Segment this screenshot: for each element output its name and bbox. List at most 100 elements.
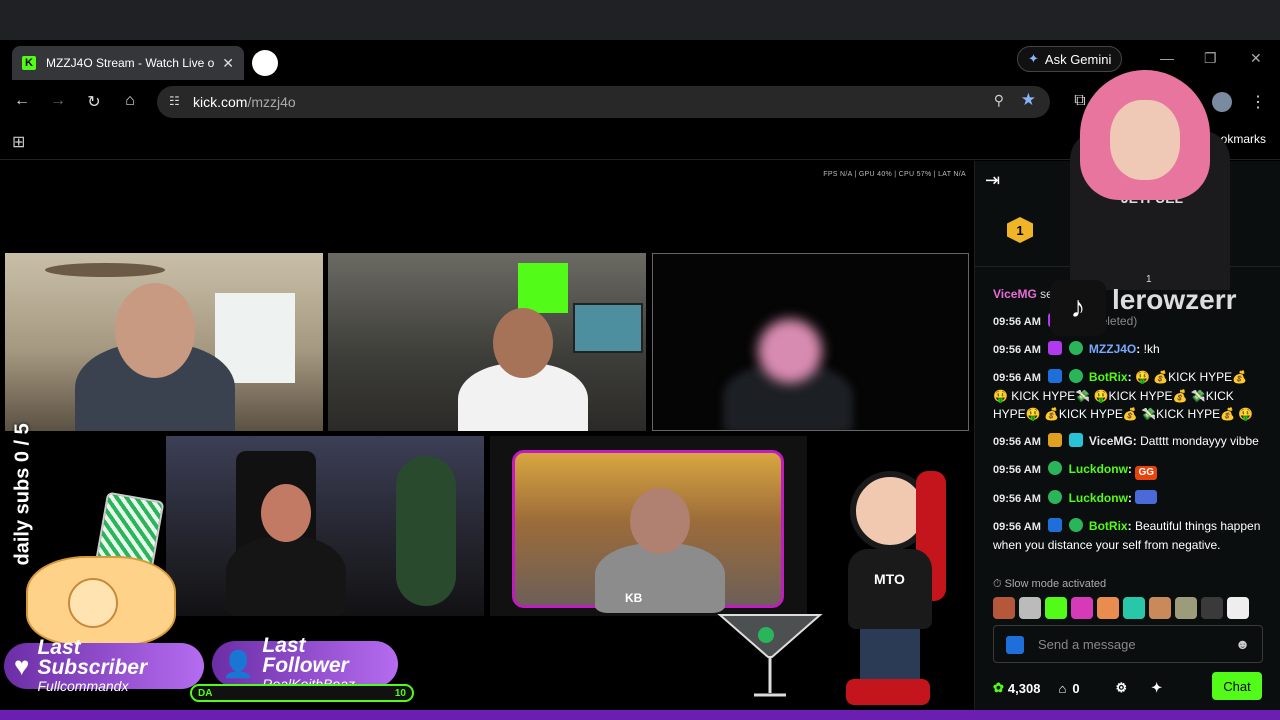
msg-user[interactable]: BotRix <box>1089 370 1128 384</box>
mascot-face <box>68 578 118 628</box>
tiktok-logo-icon: ♪ <box>1050 280 1106 336</box>
reload-icon[interactable]: ↻ <box>84 92 104 112</box>
site-info-icon[interactable]: ☷ <box>169 94 180 108</box>
chat-input[interactable]: Send a message ☻ <box>993 625 1263 663</box>
chat-message: 09:56 AM Luckdonw: <box>993 489 1263 508</box>
mascot-hoodie <box>848 549 932 629</box>
stream-video[interactable]: FPS N/A | GPU 40% | CPU 57% | LAT N/A KB… <box>0 161 974 710</box>
emote-button[interactable] <box>1227 597 1249 619</box>
msg-time: 09:56 AM <box>993 464 1041 476</box>
chat-message: 09:56 AM ViceMG: Datttt mondayyy vibbe <box>993 433 1259 448</box>
cam-feed-1 <box>5 253 323 431</box>
chat-message: 09:56 AM MZZJ4O: !kh <box>993 341 1160 356</box>
crown-badge-icon <box>1048 433 1063 447</box>
emote-button[interactable] <box>1019 597 1041 619</box>
emoji-picker-icon[interactable]: ☻ <box>1235 636 1250 652</box>
msg-user[interactable]: Luckdonw <box>1069 491 1128 505</box>
emote-button[interactable] <box>993 597 1015 619</box>
framed-cam: KB <box>512 450 784 613</box>
gg-emote: GG <box>1135 466 1158 480</box>
last-subscriber-label: Last Subscriber <box>37 636 148 679</box>
msg-user[interactable]: MZZJ4O <box>1089 342 1136 356</box>
zoom-search-icon[interactable]: ⚲ <box>994 92 1004 109</box>
msg-time: 09:56 AM <box>993 344 1041 356</box>
emote-quick-bar <box>993 597 1273 619</box>
collapse-chat-icon[interactable]: ⇥ <box>985 170 1000 191</box>
slow-mode-notice: ⏱ Slow mode activated <box>993 578 1106 591</box>
chat-message: 09:56 AM BotRix: 🤑 💰KICK HYPE💰 🤑 KICK HY… <box>993 369 1254 421</box>
taskbar-strip <box>0 710 1280 720</box>
points-count[interactable]: 4,308 <box>1008 681 1041 696</box>
ceiling-fan <box>45 263 165 277</box>
msg-time: 09:56 AM <box>993 316 1041 328</box>
send-chat-button[interactable]: Chat <box>1212 672 1262 700</box>
url-path: /mzzj4o <box>247 94 296 110</box>
address-bar[interactable]: ☷ kick.com/mzzj4o ⚲ ★ <box>157 86 1050 118</box>
bot-badge-icon <box>1048 518 1063 532</box>
slow-mode-icon: ⏱ <box>993 578 1002 590</box>
msg-time: 09:56 AM <box>993 521 1041 533</box>
tab-close-icon[interactable]: ✕ <box>222 55 234 72</box>
msg-user[interactable]: Luckdonw <box>1069 462 1128 476</box>
verified-badge-icon <box>1048 490 1063 504</box>
new-tab-button[interactable] <box>252 50 278 76</box>
home-icon[interactable]: ⌂ <box>120 92 140 110</box>
cam5-logo: KB <box>625 591 643 605</box>
daily-subs-counter: daily subs 0 / 5 <box>10 391 34 571</box>
apps-grid-icon[interactable]: ⊞ <box>12 132 25 152</box>
mascot-jeans <box>860 629 920 679</box>
slow-mode-text: Slow mode activated <box>1004 578 1107 590</box>
cam-feed-2 <box>328 253 646 431</box>
cartoon-mascot <box>26 556 176 646</box>
msg-user[interactable]: ViceMG <box>1089 434 1133 448</box>
verified-badge-icon <box>1068 369 1083 383</box>
back-arrow-icon[interactable]: ← <box>12 92 32 110</box>
close-window-icon[interactable]: ✕ <box>1250 50 1262 67</box>
minimize-icon[interactable]: — <box>1160 50 1174 66</box>
ask-gemini-button[interactable]: ✦ Ask Gemini <box>1017 46 1123 72</box>
verified-badge-icon <box>1068 518 1083 532</box>
heart-icon: ♥ <box>14 650 30 681</box>
msg-text: Datttt mondayyy vibbe <box>1140 434 1259 448</box>
decor-tree <box>396 456 456 606</box>
forward-arrow-icon[interactable]: → <box>48 92 68 110</box>
chat-input-placeholder: Send a message <box>1038 636 1136 652</box>
cam-feed-3 <box>652 253 969 431</box>
emote-button[interactable] <box>1175 597 1197 619</box>
martini-glass <box>717 614 823 697</box>
verified-badge-icon <box>1048 461 1063 475</box>
msg-user[interactable]: BotRix <box>1089 519 1128 533</box>
url-domain: kick.com <box>193 94 248 110</box>
store-icon[interactable]: ⌂ <box>1058 681 1066 696</box>
person-head <box>758 319 822 383</box>
chat-rules-icon[interactable]: ✦ <box>1151 680 1162 696</box>
emote-button[interactable] <box>1123 597 1145 619</box>
mascot-shirt-text: MTO <box>874 571 905 587</box>
restore-icon[interactable]: ❐ <box>1204 50 1217 67</box>
settings-gear-icon[interactable]: ⚙ <box>1116 680 1128 696</box>
tiktok-count: 1 <box>1146 274 1152 285</box>
emote-button[interactable] <box>1149 597 1171 619</box>
browser-tab[interactable]: K MZZJ4O Stream - Watch Live o ✕ <box>12 46 244 80</box>
person-head <box>630 488 690 554</box>
kick-logo-poster <box>518 263 568 313</box>
bot-command-icon[interactable] <box>1006 636 1024 654</box>
msg-time: 09:56 AM <box>993 372 1041 384</box>
emote-button[interactable] <box>1097 597 1119 619</box>
person-head <box>493 308 553 378</box>
emote-button[interactable] <box>1071 597 1093 619</box>
chat-message: 09:56 AM Luckdonw: GG <box>993 460 1263 480</box>
add-user-icon: 👤 <box>222 648 255 679</box>
person-body <box>226 536 346 616</box>
streamer-webcam-overlay: JETFUEL <box>1030 70 1280 290</box>
chat-messages: 09:56 AM !kh (Deleted) 09:56 AM MZZJ4O: … <box>993 312 1263 563</box>
mic-badge-icon <box>1048 341 1063 355</box>
mascot-sneakers <box>846 679 930 705</box>
emote-button[interactable] <box>1201 597 1223 619</box>
goal-right-text: 10 <box>394 687 406 699</box>
emote-button[interactable] <box>1045 597 1067 619</box>
kick-points-icon[interactable]: ✿ <box>993 680 1004 696</box>
streamer-face <box>1110 100 1180 180</box>
mto-mascot: MTO <box>830 461 950 710</box>
msg-time: 09:56 AM <box>993 436 1041 448</box>
